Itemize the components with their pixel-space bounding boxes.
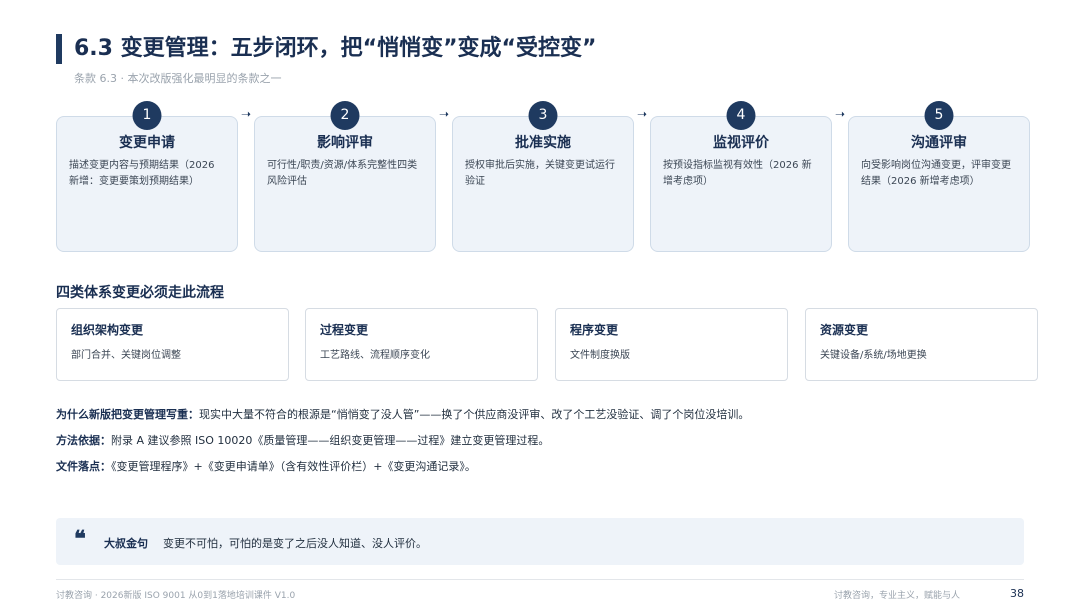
type-card-org: 组织架构变更 部门合并、关键岗位调整 [56, 308, 289, 381]
step-card-3: 3 批准实施 授权审批后实施，关键变更试运行验证 [452, 101, 634, 252]
footer-left-text: 讨教咨询 · 2026新版 ISO 9001 从0到1落地培训课件 V1.0 [56, 591, 296, 601]
type-card-procedure: 程序变更 文件制度换版 [555, 308, 788, 381]
step-desc-3: 授权审批后实施，关键变更试运行验证 [465, 160, 615, 187]
arrow-right-icon: ➝ [439, 107, 450, 121]
type-title: 组织架构变更 [71, 323, 144, 337]
arrow-right-icon: ➝ [637, 107, 648, 121]
type-title: 过程变更 [320, 323, 369, 337]
step-desc-5: 向受影响岗位沟通变更，评审变更结果（2026 新增考虑项） [861, 160, 1011, 187]
title-accent-bar [56, 34, 62, 64]
page-number: 38 [1010, 587, 1024, 600]
quote-label: 大叔金句 [104, 537, 148, 550]
note-documents: 文件落点：《变更管理程序》+《变更申请单》（含有效性评价栏）+《变更沟通记录》。 [56, 458, 476, 474]
step-card-1: 1 变更申请 描述变更内容与预期结果（2026 新增：变更要策划预期结果） [56, 101, 238, 252]
change-types: 组织架构变更 部门合并、关键岗位调整 过程变更 工艺路线、流程顺序变化 程序变更… [56, 308, 1038, 382]
footer-right-text: 讨教咨询，专业主义，赋能与人 [834, 591, 961, 601]
step-title-4: 监视评价 [713, 135, 769, 151]
note-label: 为什么新版把变更管理写重： [56, 408, 199, 421]
step-title-3: 批准实施 [515, 135, 571, 151]
note-label: 文件落点： [56, 460, 111, 473]
step-title-2: 影响评审 [317, 135, 373, 151]
step-number-3: 3 [528, 101, 558, 130]
type-title: 程序变更 [570, 323, 619, 337]
arrow-right-icon: ➝ [241, 107, 252, 121]
type-desc: 部门合并、关键岗位调整 [71, 350, 181, 361]
step-card-5: 5 沟通评审 向受影响岗位沟通变更，评审变更结果（2026 新增考虑项） [848, 101, 1030, 252]
type-card-resource: 资源变更 关键设备/系统/场地更换 [805, 308, 1038, 381]
type-title: 资源变更 [820, 323, 869, 337]
note-text: 《变更管理程序》+《变更申请单》（含有效性评价栏）+《变更沟通记录》。 [111, 460, 476, 473]
process-steps: 1 变更申请 描述变更内容与预期结果（2026 新增：变更要策划预期结果） ➝ … [56, 100, 1032, 254]
type-desc: 关键设备/系统/场地更换 [820, 350, 927, 361]
footer-divider [56, 579, 1024, 580]
type-desc: 工艺路线、流程顺序变化 [320, 350, 430, 361]
quote-text: 变更不可怕，可怕的是变了之后没人知道、没人评价。 [163, 537, 427, 550]
note-text: 附录 A 建议参照 ISO 10020《质量管理——组织变更管理——过程》建立变… [111, 434, 550, 447]
step-number-5: 5 [924, 101, 954, 130]
quote-icon: ❝ [74, 526, 86, 552]
section-heading: 四类体系变更必须走此流程 [56, 285, 224, 301]
type-card-process: 过程变更 工艺路线、流程顺序变化 [305, 308, 538, 381]
step-desc-4: 按预设指标监视有效性（2026 新增考虑项） [663, 160, 812, 187]
step-title-5: 沟通评审 [911, 135, 967, 151]
note-text: 现实中大量不符合的根源是“悄悄变了没人管”——换了个供应商没评审、改了个工艺没验… [199, 408, 750, 421]
step-card-4: 4 监视评价 按预设指标监视有效性（2026 新增考虑项） [650, 101, 832, 252]
step-number-2: 2 [330, 101, 360, 130]
note-label: 方法依据： [56, 434, 111, 447]
note-why: 为什么新版把变更管理写重：现实中大量不符合的根源是“悄悄变了没人管”——换了个供… [56, 406, 749, 422]
type-desc: 文件制度换版 [570, 350, 630, 361]
step-desc-2: 可行性/职责/资源/体系完整性四类风险评估 [267, 160, 418, 187]
step-number-4: 4 [726, 101, 756, 130]
page-subtitle: 条款 6.3 · 本次改版强化最明显的条款之一 [74, 72, 282, 85]
note-method: 方法依据：附录 A 建议参照 ISO 10020《质量管理——组织变更管理——过… [56, 432, 549, 448]
step-desc-1: 描述变更内容与预期结果（2026 新增：变更要策划预期结果） [69, 160, 215, 187]
page-title: 6.3 变更管理：五步闭环，把“悄悄变”变成“受控变” [74, 36, 597, 61]
step-title-1: 变更申请 [119, 135, 175, 151]
arrow-right-icon: ➝ [835, 107, 846, 121]
step-card-2: 2 影响评审 可行性/职责/资源/体系完整性四类风险评估 [254, 101, 436, 252]
step-number-1: 1 [132, 101, 162, 130]
quote-box: ❝ 大叔金句 变更不可怕，可怕的是变了之后没人知道、没人评价。 [56, 518, 1024, 565]
